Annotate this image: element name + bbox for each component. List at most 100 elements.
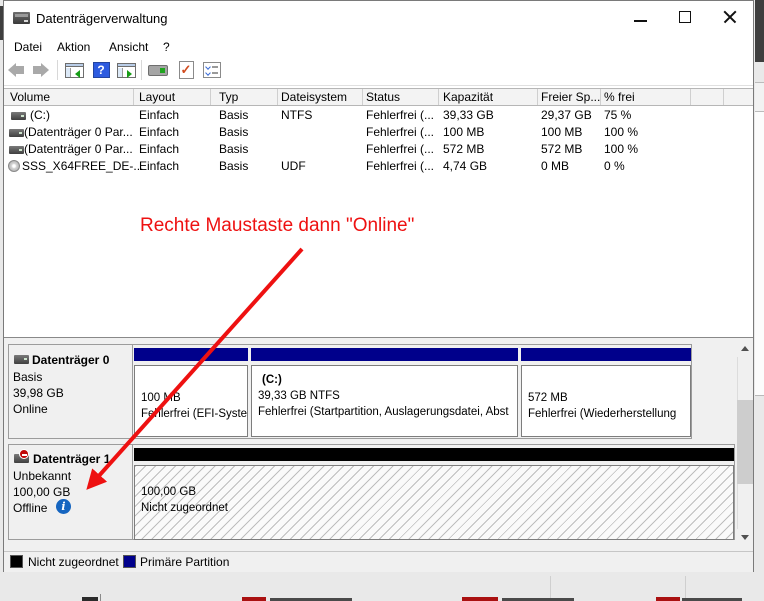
menu-aktion[interactable]: Aktion	[52, 38, 95, 57]
cell-volume: (Datenträger 0 Par...	[24, 124, 133, 141]
offline-badge-icon	[19, 449, 29, 459]
forward-icon	[33, 63, 49, 77]
cell-kapazitaet: 39,33 GB	[443, 107, 494, 124]
disk-kind: Unbekannt	[13, 469, 71, 483]
drive-icon	[9, 146, 24, 154]
cell-prozent-frei: 100 %	[604, 124, 638, 141]
maximize-button[interactable]	[665, 4, 705, 30]
tasks-button[interactable]	[200, 58, 224, 82]
close-button[interactable]	[710, 4, 750, 30]
partition-status: Fehlerfrei (Wiederherstellung	[522, 406, 690, 422]
header-divider	[537, 89, 538, 105]
cell-dateisystem: UDF	[281, 158, 306, 175]
menu-ansicht[interactable]: Ansicht	[104, 38, 153, 57]
column-header-dateisystem[interactable]: Dateisystem	[281, 89, 347, 105]
cell-layout: Einfach	[139, 124, 179, 141]
column-header-prozent-frei[interactable]: % frei	[604, 89, 635, 105]
table-row[interactable]: (Datenträger 0 Par... Einfach Basis Fehl…	[4, 141, 753, 158]
cell-status: Fehlerfrei (...	[366, 158, 434, 175]
cell-freier-sp: 0 MB	[541, 158, 569, 175]
column-header-kapazitaet[interactable]: Kapazität	[443, 89, 493, 105]
header-divider	[438, 89, 439, 105]
cell-freier-sp: 572 MB	[541, 141, 582, 158]
column-header-typ[interactable]: Typ	[219, 89, 238, 105]
screen: Datenträgerverwaltung Datei Aktion Ansic…	[0, 0, 764, 601]
window-title: Datenträgerverwaltung	[36, 10, 168, 28]
bottom-fragment-red	[242, 597, 266, 601]
header-divider	[690, 89, 691, 105]
column-header-freier-sp[interactable]: Freier Sp...	[541, 89, 600, 105]
disk0-info[interactable]: Datenträger 0 Basis 39,98 GB Online	[9, 345, 132, 438]
cell-prozent-frei: 100 %	[604, 141, 638, 158]
disk-info-divider	[132, 345, 133, 438]
disk1-info[interactable]: Datenträger 1 Unbekannt 100,00 GB Offlin…	[9, 445, 132, 539]
table-row[interactable]: (Datenträger 0 Par... Einfach Basis Fehl…	[4, 124, 753, 141]
app-icon	[13, 12, 30, 24]
partition-recovery[interactable]: 572 MB Fehlerfrei (Wiederherstellung	[521, 348, 691, 437]
partition-size: 100,00 GB	[135, 484, 733, 500]
disk-info-divider	[132, 445, 133, 539]
header-divider	[362, 89, 363, 105]
cell-freier-sp: 29,37 GB	[541, 107, 592, 124]
close-icon	[723, 10, 737, 24]
back-button[interactable]	[4, 58, 28, 82]
menu-help[interactable]: ?	[158, 38, 175, 57]
toolbar-separator	[141, 60, 142, 80]
commit-button[interactable]: ✓	[174, 58, 198, 82]
bottom-divider-2	[685, 576, 686, 598]
right-edge-light	[755, 112, 764, 395]
scrollbar-thumb[interactable]	[737, 400, 753, 484]
cell-kapazitaet: 572 MB	[443, 141, 484, 158]
scrollbar-down-button[interactable]	[737, 529, 753, 546]
right-edge-dark	[755, 0, 764, 62]
partition-color-bar	[521, 348, 691, 361]
right-edge-bottom	[755, 395, 764, 601]
scrollbar-up-button[interactable]	[737, 340, 753, 357]
disk-status: Online	[13, 402, 48, 416]
device-properties-button[interactable]	[146, 58, 170, 82]
console-tree-button[interactable]	[62, 58, 86, 82]
disk-row-1: Datenträger 1 Unbekannt 100,00 GB Offlin…	[8, 444, 735, 540]
minimize-icon	[634, 20, 647, 22]
table-row[interactable]: SSS_X64FREE_DE-... Einfach Basis UDF Feh…	[4, 158, 753, 175]
action-pane-button[interactable]	[114, 58, 138, 82]
header-divider	[600, 89, 601, 105]
partition-color-bar	[251, 348, 518, 361]
partition-name: (C:)	[252, 372, 517, 388]
info-icon: i	[56, 499, 71, 514]
action-pane-icon	[117, 63, 136, 78]
column-header-layout[interactable]: Layout	[139, 89, 175, 105]
minimize-button[interactable]	[620, 4, 660, 30]
cd-icon	[8, 160, 20, 172]
legend-label-primary: Primäre Partition	[140, 555, 229, 569]
menu-datei[interactable]: Datei	[9, 38, 47, 57]
back-icon	[8, 63, 24, 77]
partition-c[interactable]: (C:) 39,33 GB NTFS Fehlerfrei (Startpart…	[251, 348, 518, 437]
cell-freier-sp: 100 MB	[541, 124, 582, 141]
forward-button[interactable]	[29, 58, 53, 82]
table-row[interactable]: (C:) Einfach Basis NTFS Fehlerfrei (... …	[4, 107, 753, 124]
column-header-status[interactable]: Status	[366, 89, 400, 105]
chevron-down-icon	[741, 535, 749, 540]
bottom-fragment	[82, 597, 98, 601]
cell-layout: Einfach	[139, 107, 179, 124]
partition-unallocated[interactable]: 100,00 GB Nicht zugeordnet	[134, 448, 734, 538]
partition-size: 39,33 GB NTFS	[252, 388, 517, 404]
bottom-fragment-red	[656, 597, 680, 601]
cell-layout: Einfach	[139, 141, 179, 158]
disk-status: Offline	[13, 501, 47, 515]
partition-efi[interactable]: 100 MB Fehlerfrei (EFI-Syste	[134, 348, 248, 437]
disk-size: 39,98 GB	[13, 386, 64, 400]
column-header-volume[interactable]: Volume	[10, 89, 50, 105]
cell-volume: SSS_X64FREE_DE-...	[22, 158, 143, 175]
partition-size: 100 MB	[135, 390, 247, 406]
commit-icon: ✓	[179, 61, 194, 79]
bottom-divider-1	[550, 576, 551, 598]
device-properties-icon	[148, 65, 168, 76]
help-button[interactable]: ?	[89, 58, 113, 82]
toolbar-separator	[57, 60, 58, 80]
partition-box: (C:) 39,33 GB NTFS Fehlerfrei (Startpart…	[251, 365, 518, 437]
header-divider	[133, 89, 134, 105]
partition-status: Nicht zugeordnet	[135, 500, 733, 516]
unallocated-box: 100,00 GB Nicht zugeordnet	[134, 465, 734, 540]
